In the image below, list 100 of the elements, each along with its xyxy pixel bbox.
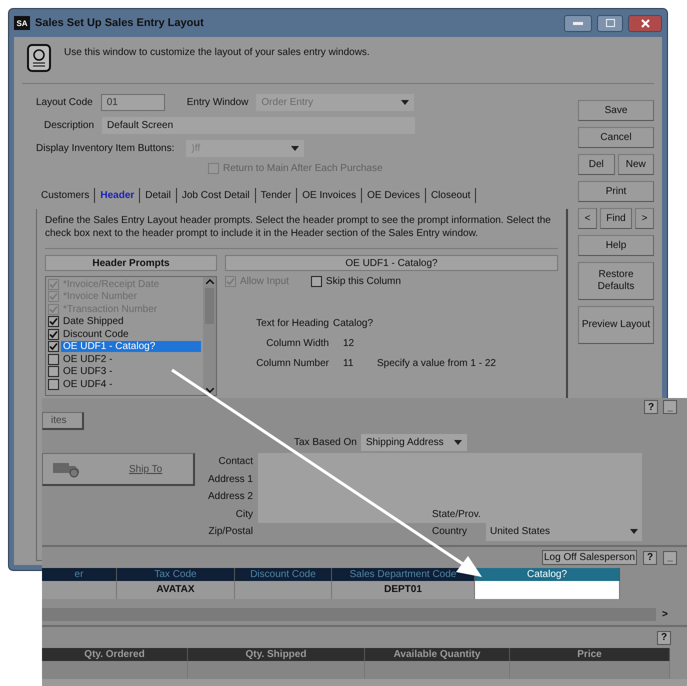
tab[interactable]: Job Cost Detail [176,188,256,203]
list-item[interactable]: OE UDF3 - [61,366,114,378]
truck-icon [51,460,81,478]
field-value: Catalog? [333,318,373,329]
column-header: Qty. Shipped [188,648,365,660]
dialog-button[interactable]: > [635,208,654,229]
minimize-icon [573,22,583,24]
column-header: Qty. Ordered [42,648,188,660]
field-label: Text for Heading [255,318,329,329]
field-label: Address 2 [206,491,254,502]
prompt-heading: OE UDF1 - Catalog? [225,255,558,271]
table-cell: AVATAX [117,580,235,598]
layout-code-field[interactable]: 01 [100,94,165,111]
field-label: Column Width [265,338,329,349]
list-item[interactable]: OE UDF4 - [61,378,114,390]
app-logo: SA [14,16,30,30]
list-item[interactable]: Discount Code [61,328,131,340]
dialog-button[interactable]: Preview Layout [578,306,654,344]
field-label: Country [431,526,468,538]
checkbox-label: Skip this Column [326,276,401,287]
help-button[interactable]: ? [643,550,657,564]
ship-to-button[interactable]: Ship To [42,453,195,486]
checkbox[interactable] [48,316,59,328]
hint-text: Specify a value from 1 - 22 [377,358,497,369]
field-label: Column Number [255,358,329,369]
field-label: State/Prov. [430,506,486,523]
field-label: Contact [218,456,254,468]
close-button[interactable] [628,14,662,32]
dropdown-caret-icon [454,440,462,445]
checkbox[interactable] [48,328,59,340]
scrollbar[interactable] [203,277,216,395]
table-cell: DEPT01 [332,580,475,598]
field-label: Tax Based On [294,437,357,448]
checkbox[interactable] [48,341,59,352]
checkbox[interactable] [310,276,322,287]
field-label: Zip/Postal [208,526,254,538]
column-header: Tax Code [117,568,235,580]
horizontal-scrollbar[interactable] [42,608,656,620]
checkbox[interactable] [48,366,59,378]
dialog-button[interactable]: Restore Defaults [578,262,654,300]
close-icon [640,18,650,28]
intro-text: Use this window to customize the layout of your sales entry windows. [64,47,370,58]
up-caret-icon [206,279,214,284]
column-header: Discount Code [235,568,332,580]
dialog-button[interactable]: Del [578,154,614,175]
tab[interactable]: Customers [36,188,96,203]
partial-button[interactable]: ites [42,412,84,430]
field-value: 11 [342,358,354,369]
dropdown-caret-icon [291,146,300,151]
scroll-right-arrow[interactable]: > [662,608,668,620]
field-label: Entry Window [186,97,248,108]
minimize-button[interactable]: _ [663,550,677,564]
window-title: Sales Set Up Sales Entry Layout [35,17,205,29]
dialog-button[interactable]: Save [578,100,654,121]
dropdown-caret-icon [401,100,410,105]
field-label: Description [44,120,94,131]
field-value: 12 [342,338,356,349]
checkbox[interactable] [48,354,59,365]
checkbox[interactable] [48,378,59,390]
dialog-button[interactable]: Print [578,181,654,202]
instructions-text: Define the Sales Entry Layout header prompts. Select the header prompt to see the prompt information. Select the check box next to the header prompt to include it in the Header section of the Sales Entry window. [45,215,558,249]
document-icon [26,43,52,73]
description-field[interactable]: Default Screen [102,117,416,134]
field-label: Display Inventory Item Buttons: [36,143,174,154]
column-header: Sales Department Code [332,568,475,580]
address-field[interactable] [258,453,642,506]
list-item[interactable]: OE UDF2 - [61,354,114,365]
dialog-button[interactable]: New [618,154,654,175]
tax-based-on-dropdown[interactable]: Shipping Address [360,434,467,451]
dropdown-caret-icon [630,529,638,534]
down-caret-icon [206,388,214,393]
column-header: Price [510,648,670,660]
tab[interactable]: Tender [256,188,298,203]
field-label: Address 1 [206,474,254,485]
minimize-button[interactable]: _ [663,400,677,414]
column-header: Available Quantity [365,648,510,660]
column-header: er [42,568,117,580]
dialog-button[interactable]: < [578,208,597,229]
dialog-button[interactable]: Find [600,208,632,229]
list-item[interactable]: OE UDF1 - Catalog? [61,341,201,352]
country-dropdown[interactable]: United States [486,523,642,540]
column-header: Catalog? [475,568,620,580]
maximize-button[interactable] [597,14,623,32]
tab[interactable]: OE Devices [362,188,426,203]
log-off-button[interactable]: Log Off Salesperson [542,550,637,565]
checkbox-label: Return to Main After Each Purchase [223,163,383,174]
tab[interactable]: Header [95,188,140,203]
dialog-button[interactable]: Cancel [578,127,654,148]
field-label: Layout Code [36,97,93,108]
tab[interactable]: Closeout [426,188,476,203]
tab[interactable]: OE Invoices [297,188,362,203]
help-button[interactable]: ? [657,630,671,644]
tab[interactable]: Detail [140,188,177,203]
list-item[interactable]: Date Shipped [61,316,126,328]
list-heading: Header Prompts [45,255,217,271]
maximize-icon [606,19,614,27]
help-button[interactable]: ? [644,400,658,414]
minimize-button[interactable] [564,14,592,32]
field-label: City [234,508,254,520]
dialog-button[interactable]: Help [578,235,654,256]
